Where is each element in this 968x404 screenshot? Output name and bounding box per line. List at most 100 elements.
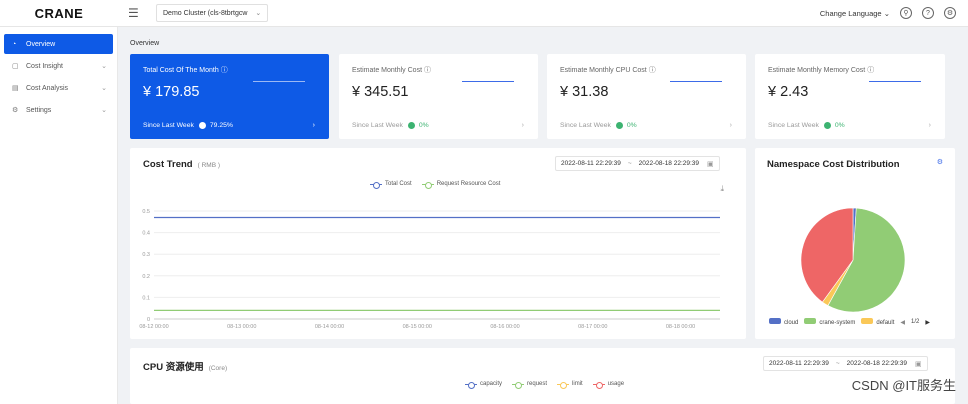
list-icon: ▤ — [12, 85, 19, 92]
stat-foot-label: Since Last Week — [352, 122, 403, 129]
chevron-down-icon: ⌄ — [101, 85, 107, 92]
stat-change: 0% — [834, 122, 845, 129]
watermark: CSDN @IT服务生 — [851, 378, 956, 393]
legend-label: limit — [572, 381, 583, 387]
section-title-text: CPU 资源使用 — [143, 362, 204, 373]
trend-icon — [615, 122, 623, 129]
legend-item[interactable]: default — [861, 318, 894, 326]
sidebar-item-settings[interactable]: ⚙ Settings ⌄ — [4, 100, 113, 120]
app-root: CRANE ☰ Demo Cluster (cls-8tbrtgcw ⌄ Cha… — [0, 0, 968, 404]
stat-title: Total Cost Of The Month ⓘ — [143, 65, 228, 75]
gear-icon[interactable]: ⚙ — [944, 7, 956, 19]
stat-title: Estimate Monthly Cost ⓘ — [352, 65, 431, 75]
stat-card-cpu[interactable]: Estimate Monthly CPU Cost ⓘ ¥ 31.38 Sinc… — [547, 54, 746, 139]
legend-label: request — [527, 381, 548, 387]
chevron-down-icon: ⌄ — [883, 8, 890, 18]
stat-foot-label: Since Last Week — [768, 122, 819, 129]
legend-next-icon[interactable]: ▶ — [925, 319, 930, 326]
sidebar-item-label: Cost Insight — [26, 62, 63, 70]
stat-foot-label: Since Last Week — [143, 122, 194, 129]
stat-card-monthly[interactable]: Estimate Monthly Cost ⓘ ¥ 345.51 Since L… — [339, 54, 538, 139]
legend-pager: 1/2 — [911, 319, 920, 325]
section-title: CPU 资源使用 (Core) — [143, 359, 227, 373]
legend-label: crane-system — [819, 320, 856, 326]
namespace-pie-chart — [800, 207, 906, 313]
cost-trend-chart: 0.5 0.4 0.3 0.2 0.1 008-12 00:00 08-13 00:00 08… — [139, 209, 720, 330]
x-tick-label: 08-17 00:00 — [578, 324, 607, 330]
legend-label: usage — [607, 381, 625, 387]
y-tick-label: 0.4 — [142, 231, 150, 237]
x-tick-label: 08-18 00:00 — [666, 324, 695, 330]
stat-change: 0% — [418, 122, 429, 129]
x-tick-label: 08-12 00:00 — [139, 324, 168, 330]
sidebar-item-cost-insight[interactable]: ▢ Cost Insight ⌄ — [4, 56, 113, 76]
stat-sparkline — [253, 81, 305, 82]
gauge-icon: ◔ — [12, 40, 17, 48]
legend-item[interactable]: request — [512, 381, 548, 389]
legend-item[interactable]: limit — [557, 381, 583, 389]
stat-foot: Since Last Week 0% — [352, 122, 429, 129]
stat-value: ¥ 2.43 — [768, 84, 809, 100]
stat-sparkline — [462, 81, 514, 82]
legend-prev-icon[interactable]: ◀ — [900, 319, 905, 326]
legend-item[interactable]: cloud — [769, 318, 798, 326]
legend-marker — [465, 381, 477, 389]
github-icon[interactable]: ⚲ — [900, 7, 912, 19]
stat-title: Estimate Monthly Memory Cost ⓘ — [768, 65, 874, 75]
cpu-usage-card: CPU 资源使用 (Core) 2022-08-11 22:29:39 ~2022-… — [130, 348, 955, 404]
legend-item[interactable]: usage — [592, 381, 625, 389]
gear-icon: ⚙ — [12, 107, 19, 114]
stat-title-text: Estimate Monthly CPU Cost — [560, 67, 647, 74]
cost-trend-card: Cost Trend( RMB ) 2022-08-11 22:29:39 ~20… — [130, 148, 746, 339]
info-icon: ⓘ — [648, 67, 656, 74]
sidebar-item-label: Overview — [26, 40, 56, 48]
stat-card-memory[interactable]: Estimate Monthly Memory Cost ⓘ ¥ 2.43 Si… — [755, 54, 945, 139]
chevron-right-icon[interactable]: › — [522, 122, 524, 129]
legend-marker — [557, 381, 570, 389]
sidebar-item-label: Settings — [26, 106, 52, 114]
logo[interactable]: CRANE — [0, 0, 118, 27]
stat-value: ¥ 345.51 — [352, 84, 409, 100]
main-content: Overview Total Cost Of The Month ⓘ ¥ 179… — [118, 27, 968, 404]
legend-item[interactable]: crane-system — [804, 318, 855, 326]
top-right-tools: Change Language ⌄ ⚲ ? ⚙ — [820, 7, 968, 19]
stat-value: ¥ 31.38 — [560, 84, 609, 100]
sidebar-item-overview[interactable]: ◔ Overview — [4, 34, 113, 54]
y-tick-label: 0.5 — [142, 209, 150, 215]
info-icon: ⓘ — [867, 67, 875, 74]
trend-icon — [407, 122, 415, 129]
range-separator: ~ — [835, 360, 840, 367]
chevron-right-icon[interactable]: › — [313, 122, 315, 129]
cluster-select[interactable]: Demo Cluster (cls-8tbrtgcw ⌄ — [156, 4, 269, 22]
change-language-button[interactable]: Change Language ⌄ — [820, 9, 890, 18]
help-icon[interactable]: ? — [922, 7, 934, 19]
stat-card-total[interactable]: Total Cost Of The Month ⓘ ¥ 179.85 Since… — [130, 54, 329, 139]
hamburger-icon[interactable]: ☰ — [128, 6, 148, 20]
change-language-label: Change Language — [819, 8, 882, 18]
chevron-down-icon: ⌄ — [255, 10, 262, 17]
legend-item[interactable]: capacity — [465, 381, 502, 389]
legend-label: cloud — [784, 320, 799, 326]
info-icon: ⓘ — [220, 67, 228, 74]
range-start[interactable]: 2022-08-11 22:29:39 — [769, 360, 829, 367]
section-unit: (Core) — [208, 365, 228, 372]
stat-foot: Since Last Week 0% — [768, 122, 845, 129]
stat-title-text: Total Cost Of The Month — [143, 67, 219, 74]
stat-title: Estimate Monthly CPU Cost ⓘ — [560, 65, 656, 75]
range-end[interactable]: 2022-08-18 22:29:39 — [847, 360, 907, 367]
stat-value: ¥ 179.85 — [143, 84, 200, 100]
info-icon: ⓘ — [423, 67, 431, 74]
legend-marker — [512, 381, 525, 389]
stat-title-text: Estimate Monthly Cost — [352, 67, 423, 74]
sidebar-item-cost-analysis[interactable]: ▤ Cost Analysis ⌄ — [4, 78, 113, 98]
stat-change: 0% — [626, 122, 637, 129]
date-range-picker[interactable]: 2022-08-11 22:29:39 ~2022-08-18 22:29:39 ▣ — [763, 356, 928, 371]
trend-icon — [198, 122, 206, 129]
stat-title-text: Estimate Monthly Memory Cost — [768, 67, 866, 74]
chevron-right-icon[interactable]: › — [929, 122, 931, 129]
chevron-right-icon[interactable]: › — [730, 122, 732, 129]
calendar-icon: ▣ — [915, 360, 922, 368]
legend-label: default — [876, 320, 895, 326]
stat-change: 79.25% — [209, 122, 233, 129]
stat-foot: Since Last Week 79.25% — [143, 122, 233, 129]
